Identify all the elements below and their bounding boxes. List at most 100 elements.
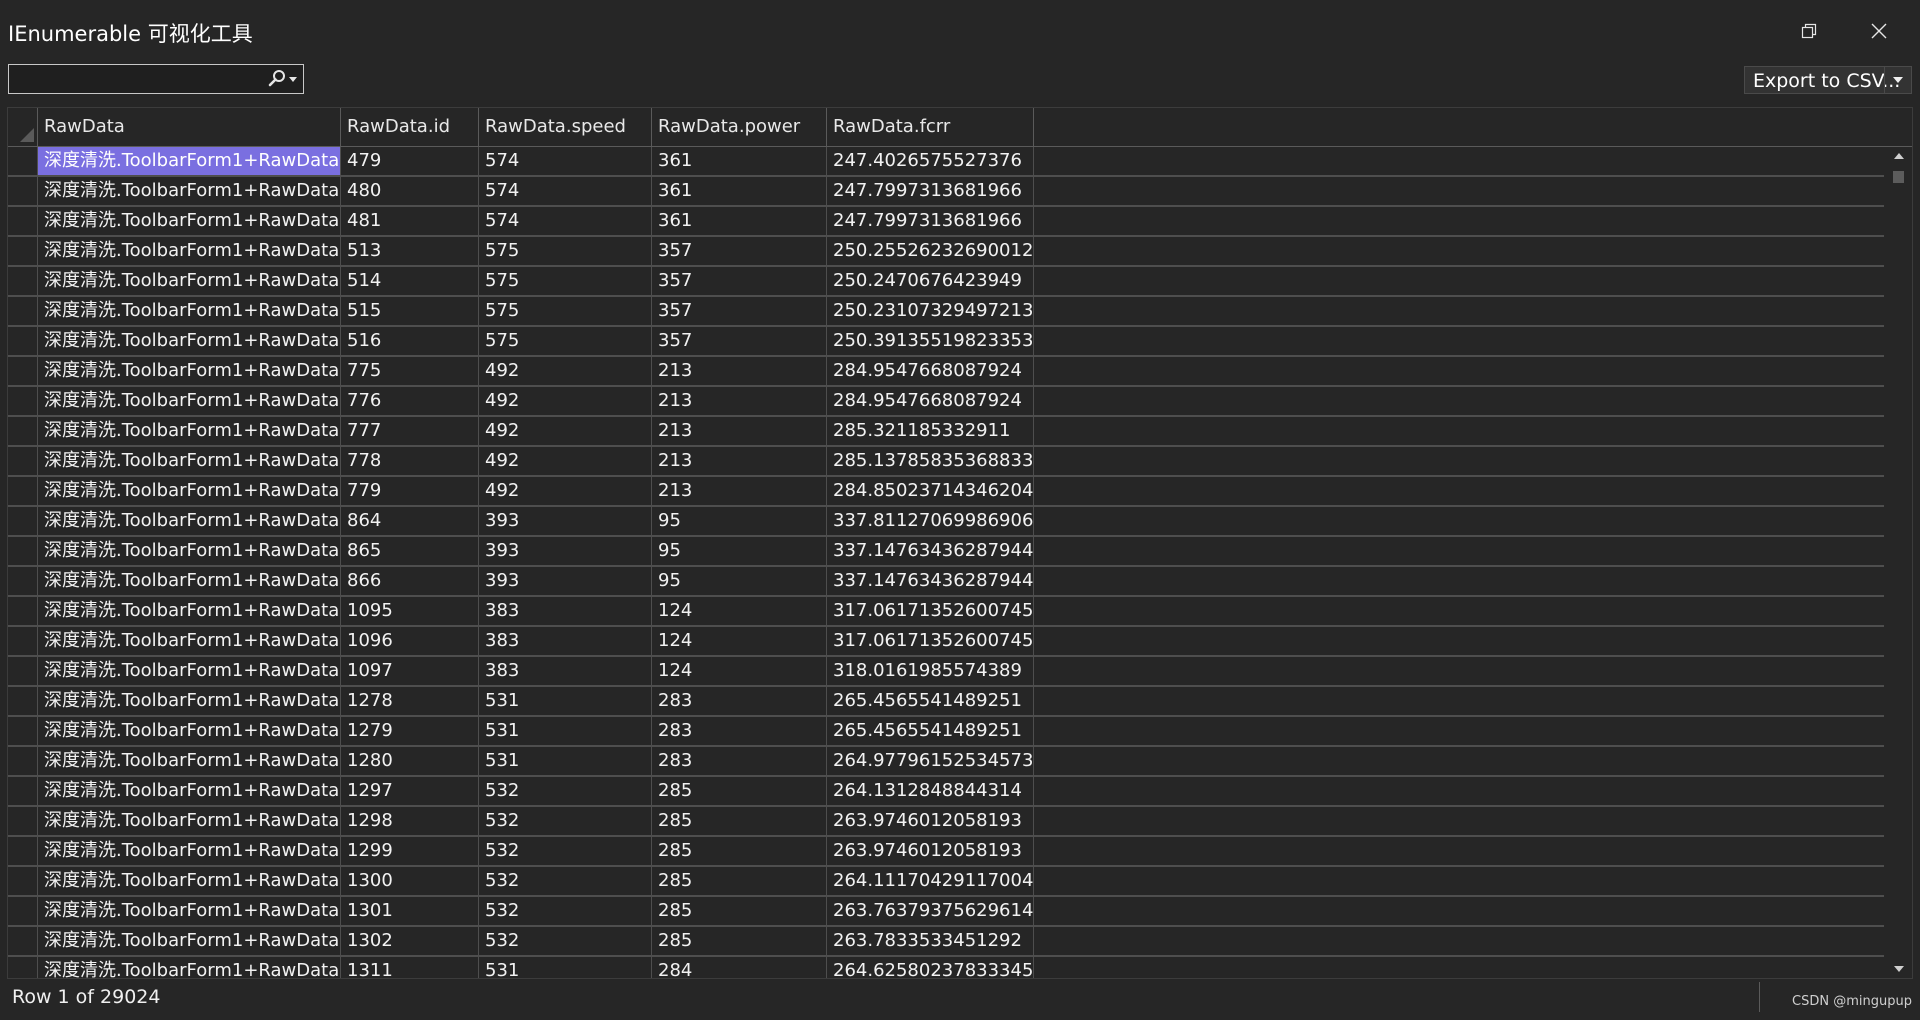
- vertical-scrollbar[interactable]: [1885, 147, 1912, 978]
- row-header[interactable]: [8, 717, 38, 745]
- table-cell[interactable]: 779: [341, 477, 479, 505]
- table-cell[interactable]: 317.06171352600745: [827, 597, 1034, 625]
- row-header[interactable]: [8, 537, 38, 565]
- table-cell[interactable]: 337.14763436287944: [827, 537, 1034, 565]
- row-header[interactable]: [8, 507, 38, 535]
- close-button[interactable]: [1851, 12, 1907, 50]
- table-cell[interactable]: 124: [652, 597, 827, 625]
- table-row[interactable]: 深度清洗.ToolbarForm1+RawData 516 575 357 250.39…: [8, 327, 1884, 357]
- table-cell[interactable]: 263.7833533451292: [827, 927, 1034, 955]
- table-cell[interactable]: 357: [652, 267, 827, 295]
- scroll-down-arrow-icon[interactable]: [1893, 964, 1905, 974]
- table-cell[interactable]: 284.9547668087924: [827, 387, 1034, 415]
- table-cell[interactable]: 531: [479, 687, 652, 715]
- table-cell[interactable]: 247.7997313681966: [827, 207, 1034, 235]
- column-header[interactable]: RawData.id: [341, 108, 479, 146]
- table-cell[interactable]: 361: [652, 147, 827, 175]
- table-row[interactable]: 深度清洗.ToolbarForm1+RawData 775 492 213 284.95…: [8, 357, 1884, 387]
- table-row[interactable]: 深度清洗.ToolbarForm1+RawData 1300 532 285 264.1…: [8, 867, 1884, 897]
- table-cell[interactable]: 383: [479, 657, 652, 685]
- table-cell[interactable]: 213: [652, 387, 827, 415]
- row-header[interactable]: [8, 147, 38, 175]
- table-cell[interactable]: 775: [341, 357, 479, 385]
- row-header[interactable]: [8, 267, 38, 295]
- row-header[interactable]: [8, 927, 38, 955]
- table-cell[interactable]: 263.9746012058193: [827, 807, 1034, 835]
- table-cell[interactable]: 深度清洗.ToolbarForm1+RawData: [38, 447, 341, 475]
- row-header[interactable]: [8, 567, 38, 595]
- table-cell[interactable]: 95: [652, 507, 827, 535]
- table-cell[interactable]: 深度清洗.ToolbarForm1+RawData: [38, 687, 341, 715]
- row-header[interactable]: [8, 627, 38, 655]
- table-cell[interactable]: 285.13785835368833: [827, 447, 1034, 475]
- table-cell[interactable]: 深度清洗.ToolbarForm1+RawData: [38, 867, 341, 895]
- table-cell[interactable]: 95: [652, 537, 827, 565]
- table-cell[interactable]: 深度清洗.ToolbarForm1+RawData: [38, 747, 341, 775]
- row-header[interactable]: [8, 957, 38, 978]
- table-cell[interactable]: 776: [341, 387, 479, 415]
- search-button[interactable]: [265, 68, 301, 90]
- row-header[interactable]: [8, 447, 38, 475]
- table-cell[interactable]: 263.9746012058193: [827, 837, 1034, 865]
- table-cell[interactable]: 1280: [341, 747, 479, 775]
- table-cell[interactable]: 深度清洗.ToolbarForm1+RawData: [38, 507, 341, 535]
- table-cell[interactable]: 285: [652, 927, 827, 955]
- table-cell[interactable]: 深度清洗.ToolbarForm1+RawData: [38, 537, 341, 565]
- table-cell[interactable]: 264.11170429117004: [827, 867, 1034, 895]
- table-cell[interactable]: 532: [479, 897, 652, 925]
- table-cell[interactable]: 深度清洗.ToolbarForm1+RawData: [38, 777, 341, 805]
- row-header[interactable]: [8, 657, 38, 685]
- row-header[interactable]: [8, 687, 38, 715]
- table-row[interactable]: 深度清洗.ToolbarForm1+RawData 1095 383 124 317.0…: [8, 597, 1884, 627]
- table-row[interactable]: 深度清洗.ToolbarForm1+RawData 866 393 95 337.147…: [8, 567, 1884, 597]
- table-row[interactable]: 深度清洗.ToolbarForm1+RawData 1280 531 283 264.9…: [8, 747, 1884, 777]
- table-cell[interactable]: 1095: [341, 597, 479, 625]
- export-dropdown-button[interactable]: [1884, 67, 1911, 93]
- table-cell[interactable]: 深度清洗.ToolbarForm1+RawData: [38, 927, 341, 955]
- row-header[interactable]: [8, 477, 38, 505]
- table-cell[interactable]: 1297: [341, 777, 479, 805]
- table-cell[interactable]: 532: [479, 867, 652, 895]
- table-row[interactable]: 深度清洗.ToolbarForm1+RawData 514 575 357 250.24…: [8, 267, 1884, 297]
- table-cell[interactable]: 深度清洗.ToolbarForm1+RawData: [38, 387, 341, 415]
- table-cell[interactable]: 250.25526232690012: [827, 237, 1034, 265]
- table-cell[interactable]: 深度清洗.ToolbarForm1+RawData: [38, 477, 341, 505]
- table-cell[interactable]: 深度清洗.ToolbarForm1+RawData: [38, 657, 341, 685]
- table-cell[interactable]: 285: [652, 867, 827, 895]
- table-row[interactable]: 深度清洗.ToolbarForm1+RawData 1298 532 285 263.9…: [8, 807, 1884, 837]
- row-header[interactable]: [8, 327, 38, 355]
- table-row[interactable]: 深度清洗.ToolbarForm1+RawData 1279 531 283 265.4…: [8, 717, 1884, 747]
- table-cell[interactable]: 深度清洗.ToolbarForm1+RawData: [38, 567, 341, 595]
- table-cell[interactable]: 深度清洗.ToolbarForm1+RawData: [38, 957, 341, 978]
- table-row[interactable]: 深度清洗.ToolbarForm1+RawData 1278 531 283 265.4…: [8, 687, 1884, 717]
- row-header[interactable]: [8, 777, 38, 805]
- table-cell[interactable]: 283: [652, 687, 827, 715]
- table-cell[interactable]: 393: [479, 537, 652, 565]
- row-header[interactable]: [8, 237, 38, 265]
- row-header[interactable]: [8, 807, 38, 835]
- table-cell[interactable]: 250.39135519823353: [827, 327, 1034, 355]
- table-cell[interactable]: 285: [652, 777, 827, 805]
- table-cell[interactable]: 1298: [341, 807, 479, 835]
- table-cell[interactable]: 532: [479, 837, 652, 865]
- table-cell[interactable]: 124: [652, 627, 827, 655]
- table-cell[interactable]: 247.4026575527376: [827, 147, 1034, 175]
- column-header[interactable]: RawData.power: [652, 108, 827, 146]
- table-cell[interactable]: 284.85023714346204: [827, 477, 1034, 505]
- table-cell[interactable]: 492: [479, 417, 652, 445]
- table-cell[interactable]: 318.0161985574389: [827, 657, 1034, 685]
- table-cell[interactable]: 深度清洗.ToolbarForm1+RawData: [38, 177, 341, 205]
- table-cell[interactable]: 866: [341, 567, 479, 595]
- table-row[interactable]: 深度清洗.ToolbarForm1+RawData 1311 531 284 264.6…: [8, 957, 1884, 978]
- table-cell[interactable]: 264.62580237833345: [827, 957, 1034, 978]
- table-cell[interactable]: 532: [479, 807, 652, 835]
- table-cell[interactable]: 1311: [341, 957, 479, 978]
- table-cell[interactable]: 393: [479, 567, 652, 595]
- table-row[interactable]: 深度清洗.ToolbarForm1+RawData 1301 532 285 263.7…: [8, 897, 1884, 927]
- table-cell[interactable]: 264.1312848844314: [827, 777, 1034, 805]
- table-cell[interactable]: 深度清洗.ToolbarForm1+RawData: [38, 627, 341, 655]
- table-cell[interactable]: 492: [479, 447, 652, 475]
- row-header[interactable]: [8, 357, 38, 385]
- table-cell[interactable]: 1300: [341, 867, 479, 895]
- table-cell[interactable]: 777: [341, 417, 479, 445]
